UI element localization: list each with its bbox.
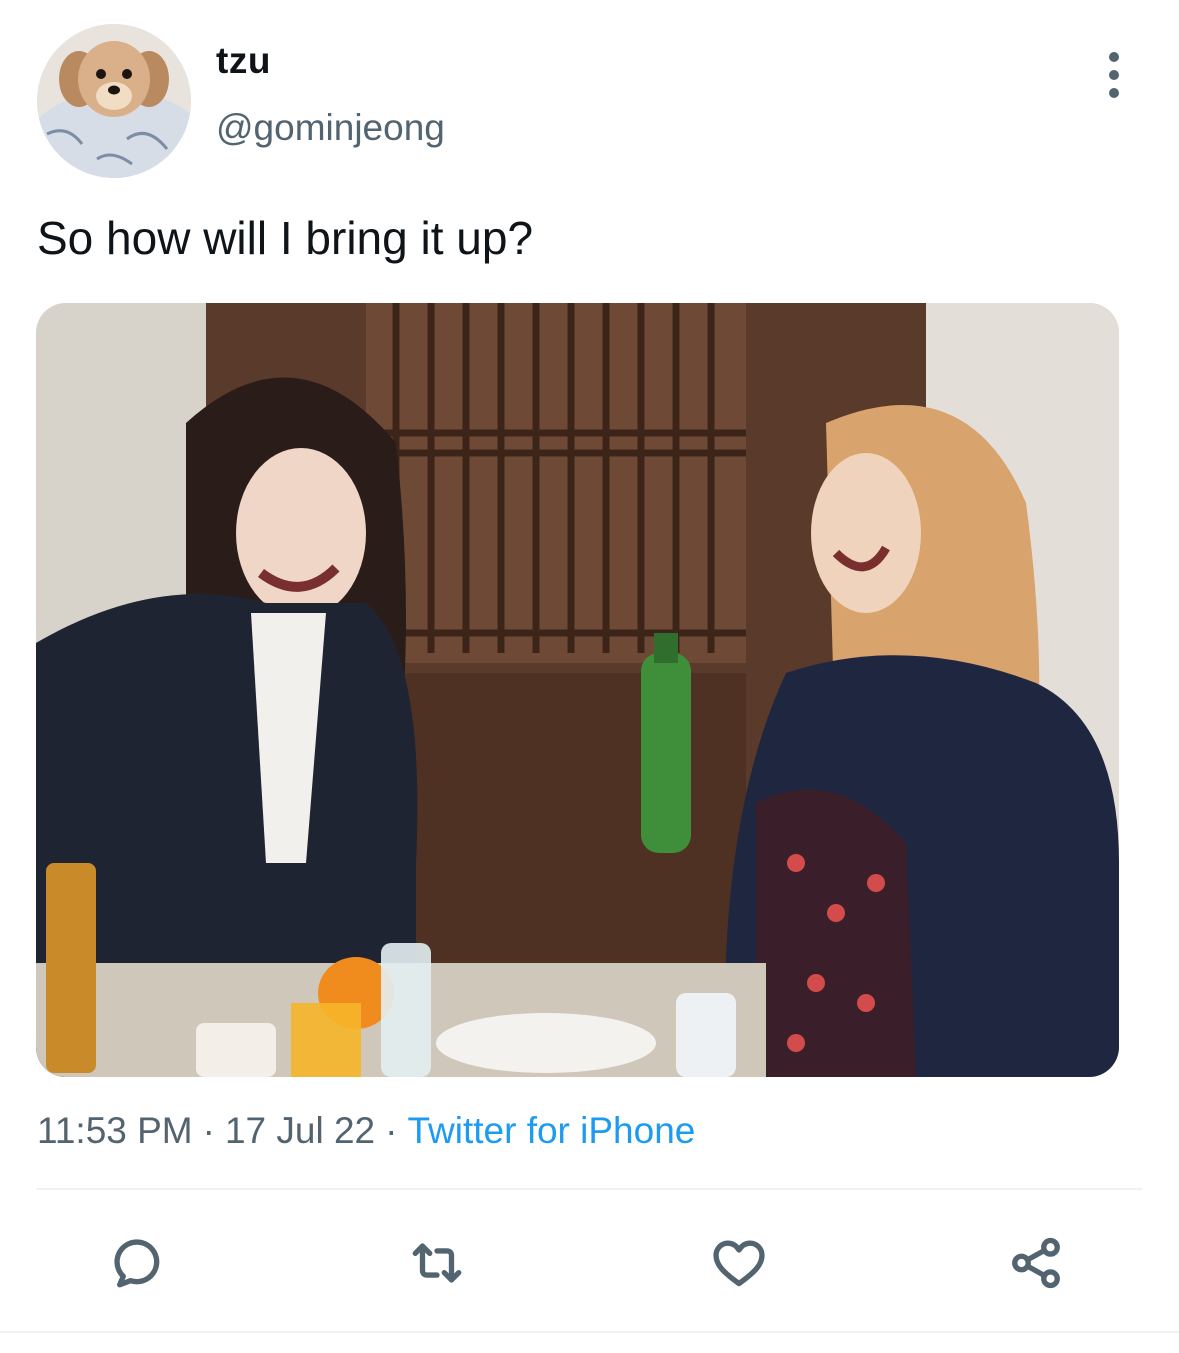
tweet-text: So how will I bring it up? [37,212,534,264]
dog-avatar-icon [37,24,191,178]
more-options-icon[interactable] [1094,52,1134,98]
tweet-source-link[interactable]: Twitter for iPhone [407,1110,695,1151]
share-button[interactable] [1005,1232,1067,1294]
more-dot [1109,52,1119,62]
divider [0,1331,1179,1333]
heart-icon [713,1240,765,1287]
divider [36,1188,1142,1190]
tweet-media-photo[interactable] [36,303,1119,1077]
retweet-icon [412,1243,462,1283]
photo-image [36,303,1119,1077]
share-icon [1012,1237,1060,1289]
meta-separator: · [385,1110,398,1151]
author-handle[interactable]: @gominjeong [216,107,445,149]
retweet-button[interactable] [406,1232,468,1294]
reply-icon [114,1239,160,1288]
author-display-name[interactable]: tzu [216,40,271,82]
reply-button[interactable] [108,1232,170,1294]
more-dot [1109,88,1119,98]
tweet-date: 17 Jul 22 [224,1110,376,1151]
meta-separator: · [202,1110,215,1151]
more-dot [1109,70,1119,80]
like-button[interactable] [708,1232,770,1294]
tweet-time: 11:53 PM [37,1110,193,1151]
tweet-detail: tzu @gominjeong So how will I bring it u… [0,0,1179,1353]
author-avatar[interactable] [37,24,191,178]
tweet-meta: 11:53 PM · 17 Jul 22 · Twitter for iPhone [37,1110,695,1152]
